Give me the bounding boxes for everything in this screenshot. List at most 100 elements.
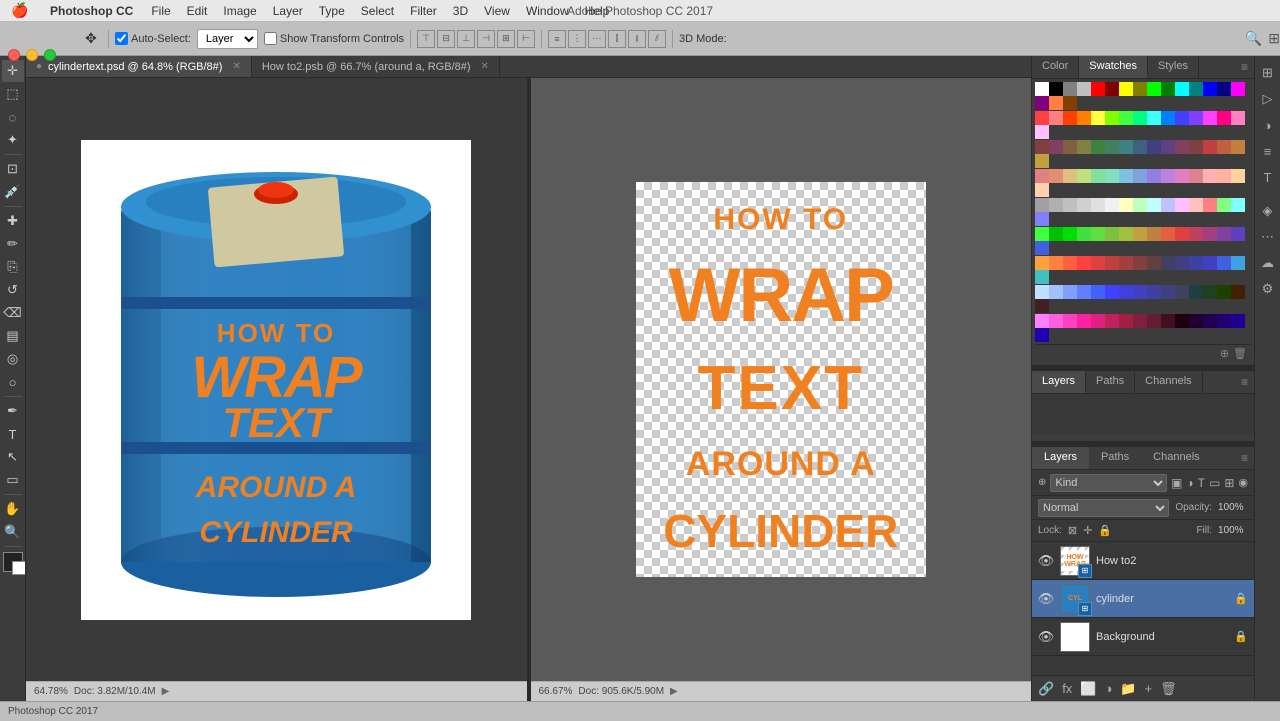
eyedropper-tool[interactable]: 💉: [2, 181, 24, 203]
swatch-item[interactable]: [1189, 140, 1203, 154]
lock-position-icon[interactable]: ✛: [1083, 524, 1092, 537]
swatch-item[interactable]: [1231, 256, 1245, 270]
swatch-item[interactable]: [1231, 111, 1245, 125]
swatch-item[interactable]: [1063, 285, 1077, 299]
swatch-item[interactable]: [1133, 140, 1147, 154]
swatch-item[interactable]: [1147, 227, 1161, 241]
swatch-item[interactable]: [1091, 111, 1105, 125]
swatch-item[interactable]: [1231, 314, 1245, 328]
swatch-item[interactable]: [1035, 169, 1049, 183]
menu-image[interactable]: Image: [215, 4, 264, 18]
swatch-item[interactable]: [1189, 198, 1203, 212]
swatches-panel-menu-icon[interactable]: ≡: [1235, 56, 1254, 78]
swatch-item[interactable]: [1105, 285, 1119, 299]
swatch-item[interactable]: [1077, 169, 1091, 183]
swatch-item[interactable]: [1049, 96, 1063, 110]
swatch-item[interactable]: [1161, 169, 1175, 183]
swatch-item[interactable]: [1119, 140, 1133, 154]
path-select-tool[interactable]: ↖: [2, 446, 24, 468]
swatch-item[interactable]: [1035, 241, 1049, 255]
swatch-item[interactable]: [1175, 314, 1189, 328]
swatch-item[interactable]: [1203, 198, 1217, 212]
menu-3d[interactable]: 3D: [445, 4, 476, 18]
swatch-item[interactable]: [1119, 256, 1133, 270]
swatch-item[interactable]: [1091, 227, 1105, 241]
tab-channels-2[interactable]: Channels: [1141, 447, 1211, 469]
swatch-item[interactable]: [1119, 111, 1133, 125]
properties-panel-icon[interactable]: ≡: [1257, 140, 1279, 162]
layer-mask-icon[interactable]: ⬜: [1080, 681, 1096, 697]
swatch-item[interactable]: [1035, 285, 1049, 299]
tab-styles[interactable]: Styles: [1148, 56, 1199, 78]
apple-menu[interactable]: 🍎: [0, 2, 40, 19]
gradient-tool[interactable]: ▤: [2, 325, 24, 347]
filter-adjust-icon[interactable]: ◑: [1186, 476, 1193, 490]
swatch-item[interactable]: [1035, 212, 1049, 226]
canvas-wrapper-1[interactable]: HOW TO WRAP TEXT AROUND A CYLINDER: [26, 78, 527, 681]
swatch-item[interactable]: [1049, 82, 1063, 96]
swatch-item[interactable]: [1063, 111, 1077, 125]
swatch-item[interactable]: [1147, 82, 1161, 96]
swatch-item[interactable]: [1147, 256, 1161, 270]
layer-new-icon[interactable]: +: [1145, 681, 1153, 696]
eraser-tool[interactable]: ⌫: [2, 302, 24, 324]
doc-tab-2[interactable]: How to2.psb @ 66.7% (around a, RGB/8#) ✕: [252, 56, 500, 77]
swatch-item[interactable]: [1077, 227, 1091, 241]
swatch-item[interactable]: [1147, 285, 1161, 299]
swatch-item[interactable]: [1189, 169, 1203, 183]
align-bottom-icon[interactable]: ⊥: [457, 30, 475, 48]
swatch-item[interactable]: [1063, 256, 1077, 270]
swatch-item[interactable]: [1105, 198, 1119, 212]
swatch-item[interactable]: [1175, 198, 1189, 212]
brush-tool[interactable]: ✏: [2, 233, 24, 255]
swatch-item[interactable]: [1217, 314, 1231, 328]
swatch-item[interactable]: [1189, 227, 1203, 241]
opacity-value[interactable]: 100%: [1218, 502, 1248, 513]
layer-adjustment-icon[interactable]: ◑: [1105, 681, 1113, 696]
swatch-item[interactable]: [1189, 82, 1203, 96]
swatch-item[interactable]: [1063, 96, 1077, 110]
swatch-item[interactable]: [1063, 169, 1077, 183]
swatch-item[interactable]: [1175, 256, 1189, 270]
minimize-button[interactable]: [26, 49, 38, 61]
layer-fx-icon[interactable]: fx: [1062, 681, 1072, 696]
swatch-item[interactable]: [1147, 140, 1161, 154]
align-left-icon[interactable]: ⊣: [477, 30, 495, 48]
swatch-item[interactable]: [1133, 82, 1147, 96]
menu-layer[interactable]: Layer: [265, 4, 311, 18]
dist-top-icon[interactable]: ≡: [548, 30, 566, 48]
shape-tool[interactable]: ▭: [2, 469, 24, 491]
move-tool-icon[interactable]: ✥: [80, 28, 102, 50]
swatch-item[interactable]: [1035, 299, 1049, 313]
layer-bg-vis-icon[interactable]: 👁: [1038, 629, 1054, 645]
tab-layers-paths[interactable]: Layers: [1032, 371, 1086, 393]
filter-smart-icon[interactable]: ⊞: [1224, 476, 1234, 490]
swatch-item[interactable]: [1049, 140, 1063, 154]
hand-tool[interactable]: ✋: [2, 498, 24, 520]
swatch-item[interactable]: [1077, 82, 1091, 96]
swatch-item[interactable]: [1203, 140, 1217, 154]
layer-row-howto2[interactable]: 👁 HOWWRAP ⊞ How to2: [1032, 542, 1254, 580]
swatch-item[interactable]: [1133, 111, 1147, 125]
dist-bottom-icon[interactable]: ⋯: [588, 30, 606, 48]
swatch-item[interactable]: [1035, 198, 1049, 212]
search-icon[interactable]: 🔍: [1245, 30, 1262, 47]
swatch-item[interactable]: [1063, 227, 1077, 241]
swatch-item[interactable]: [1035, 96, 1049, 110]
swatch-item[interactable]: [1091, 198, 1105, 212]
swatch-item[interactable]: [1231, 140, 1245, 154]
layers-panel-menu-icon[interactable]: ≡: [1235, 447, 1254, 469]
align-vcenter-icon[interactable]: ⊟: [437, 30, 455, 48]
swatches-new-icon[interactable]: ⊕: [1220, 347, 1229, 360]
swatch-item[interactable]: [1035, 125, 1049, 139]
marquee-tool[interactable]: ⬚: [2, 83, 24, 105]
swatch-item[interactable]: [1077, 111, 1091, 125]
lasso-tool[interactable]: ◌: [2, 106, 24, 128]
swatch-item[interactable]: [1175, 227, 1189, 241]
swatch-item[interactable]: [1217, 285, 1231, 299]
swatch-item[interactable]: [1161, 256, 1175, 270]
maximize-button[interactable]: [44, 49, 56, 61]
tab-paths-2[interactable]: Paths: [1089, 447, 1141, 469]
swatch-item[interactable]: [1035, 314, 1049, 328]
swatch-item[interactable]: [1217, 111, 1231, 125]
